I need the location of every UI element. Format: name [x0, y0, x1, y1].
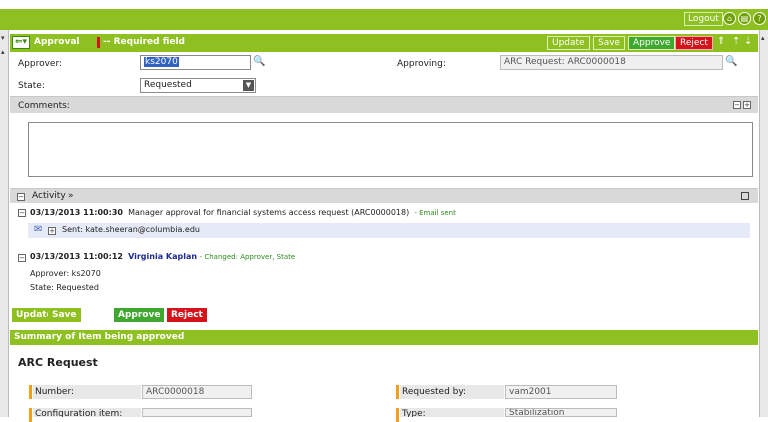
requested-by-field[interactable]: vam2001 [505, 385, 617, 399]
activity-bar: − Activity » [10, 188, 758, 203]
email-expand-icon[interactable]: + [48, 227, 56, 235]
approve-button-bottom[interactable]: Approve [114, 308, 165, 322]
form-title: Approval [34, 37, 80, 47]
approver-lookup-icon[interactable]: 🔍 [253, 56, 273, 68]
prev-record-icon[interactable]: ⇡ [732, 36, 740, 47]
approver-field[interactable]: ks2070 [140, 55, 251, 70]
activity-collapse-icon[interactable]: − [17, 193, 25, 201]
email-icon: ✉ [34, 224, 43, 235]
comments-label: Comments: [18, 101, 70, 111]
activity-entry-2: 03/13/2013 11:00:12 Virginia Kaplan - Ch… [30, 252, 295, 261]
next-record-icon[interactable]: ⇣ [744, 36, 752, 47]
entry-collapse-icon[interactable]: − [18, 254, 26, 262]
entry-text: Manager approval for financial systems a… [128, 208, 410, 217]
state-label: State: [18, 81, 45, 91]
chevron-down-icon[interactable]: ▼ [243, 80, 254, 91]
entry-note: - Changed: Approver, State [199, 253, 296, 261]
number-label: Number: [35, 387, 75, 397]
approver-label: Approver: [18, 59, 63, 69]
attachment-icon[interactable]: ⇑ [717, 36, 725, 47]
reject-button[interactable]: Reject [675, 36, 713, 50]
entry-note: - Email sent [414, 209, 456, 217]
state-select[interactable]: Requested ▼ [140, 78, 256, 93]
entry-detail-state: State: Requested [30, 283, 99, 292]
save-button[interactable]: Save [593, 36, 626, 50]
summary-bar: Summary of Item being approved [10, 330, 758, 345]
left-scrollbar[interactable]: ▾ ▴ [0, 30, 9, 417]
required-mark-icon [97, 37, 100, 48]
activity-more-icon[interactable]: » [68, 191, 74, 201]
entry-user-link[interactable]: Virginia Kaplan [128, 252, 197, 261]
collapse-icon[interactable]: − [733, 101, 741, 109]
update-button[interactable]: Update [547, 36, 590, 50]
entry-collapse-icon[interactable]: − [18, 209, 26, 217]
scroll-up-arrow-icon[interactable]: ▴ [761, 34, 765, 42]
entry-timestamp: 03/13/2013 11:00:30 [30, 208, 123, 217]
configuration-item-field[interactable] [142, 408, 252, 417]
entry-detail-approver: Approver: ks2070 [30, 269, 101, 278]
requested-by-label: Requested by: [402, 387, 467, 397]
type-field[interactable]: Stabilization [505, 408, 617, 417]
reject-button-bottom[interactable]: Reject [167, 308, 207, 322]
entry-timestamp: 03/13/2013 11:00:12 [30, 252, 123, 261]
approving-field[interactable]: ARC Request: ARC0000018 [500, 55, 723, 70]
help-icon[interactable]: ? [753, 12, 766, 25]
activity-label: Activity [32, 191, 66, 201]
approving-label: Approving: [397, 59, 446, 69]
approve-button[interactable]: Approve [628, 36, 676, 50]
configuration-item-label-bg: Configuration item: [33, 408, 141, 417]
expand-icon[interactable]: + [743, 101, 751, 109]
save-button-bottom[interactable]: Save [48, 308, 81, 322]
activity-entry-1: 03/13/2013 11:00:30 Manager approval for… [30, 208, 456, 217]
logout-button[interactable]: Logout [684, 12, 723, 26]
approving-lookup-icon[interactable]: 🔍 [725, 56, 745, 68]
right-scrollbar[interactable]: ▴ [759, 30, 768, 417]
email-sent-text: Sent: kate.sheeran@columbia.edu [62, 225, 200, 234]
requested-by-label-bg: Requested by: [400, 385, 504, 399]
maximize-icon[interactable] [741, 192, 749, 200]
comments-textarea[interactable] [28, 122, 753, 177]
required-mark-icon [396, 385, 399, 399]
number-field[interactable]: ARC0000018 [142, 385, 252, 399]
home-icon[interactable]: ⌂ [723, 12, 736, 25]
number-label-bg: Number: [33, 385, 141, 399]
required-mark-icon [396, 408, 399, 422]
required-note: -- Required field [103, 37, 185, 47]
scroll-up-arrow-icon[interactable]: ▴ [1, 48, 5, 56]
configuration-item-label: Configuration item: [35, 409, 123, 417]
required-mark-icon [29, 385, 32, 399]
comments-bar: Comments: − + [10, 96, 758, 113]
top-bar: Logout ⌂ ▤ ? [0, 9, 768, 30]
state-value: Requested [144, 80, 192, 90]
print-icon[interactable]: ▤ [738, 12, 751, 25]
collapse-arrow-icon[interactable]: ▾ [1, 34, 5, 42]
required-mark-icon [29, 408, 32, 422]
window-title-strip [0, 0, 768, 9]
form-header: ⇐▾ Approval -- Required field Update Sav… [10, 34, 758, 52]
type-label-bg: Type: [400, 408, 504, 417]
summary-heading: ARC Request [18, 356, 98, 369]
back-menu-icon[interactable]: ⇐▾ [12, 36, 30, 49]
email-sent-row: ✉ + Sent: kate.sheeran@columbia.edu [28, 223, 750, 238]
approver-value: ks2070 [144, 57, 179, 67]
type-label: Type: [402, 409, 426, 417]
